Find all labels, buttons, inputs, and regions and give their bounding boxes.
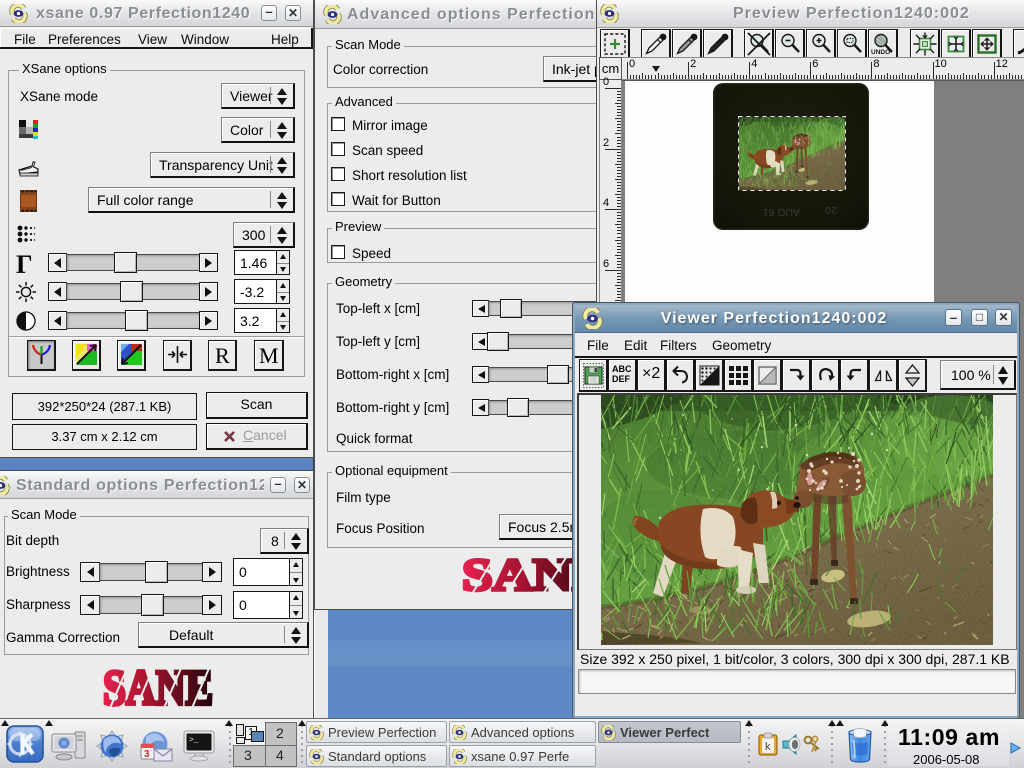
- svg-text:UNDO: UNDO: [871, 49, 890, 56]
- svg-text:k: k: [765, 741, 771, 753]
- svg-text:>_: >_: [189, 736, 199, 745]
- svg-text:3: 3: [144, 749, 150, 760]
- svg-text:AUG 61: AUG 61: [762, 206, 800, 218]
- svg-text:20: 20: [825, 204, 837, 216]
